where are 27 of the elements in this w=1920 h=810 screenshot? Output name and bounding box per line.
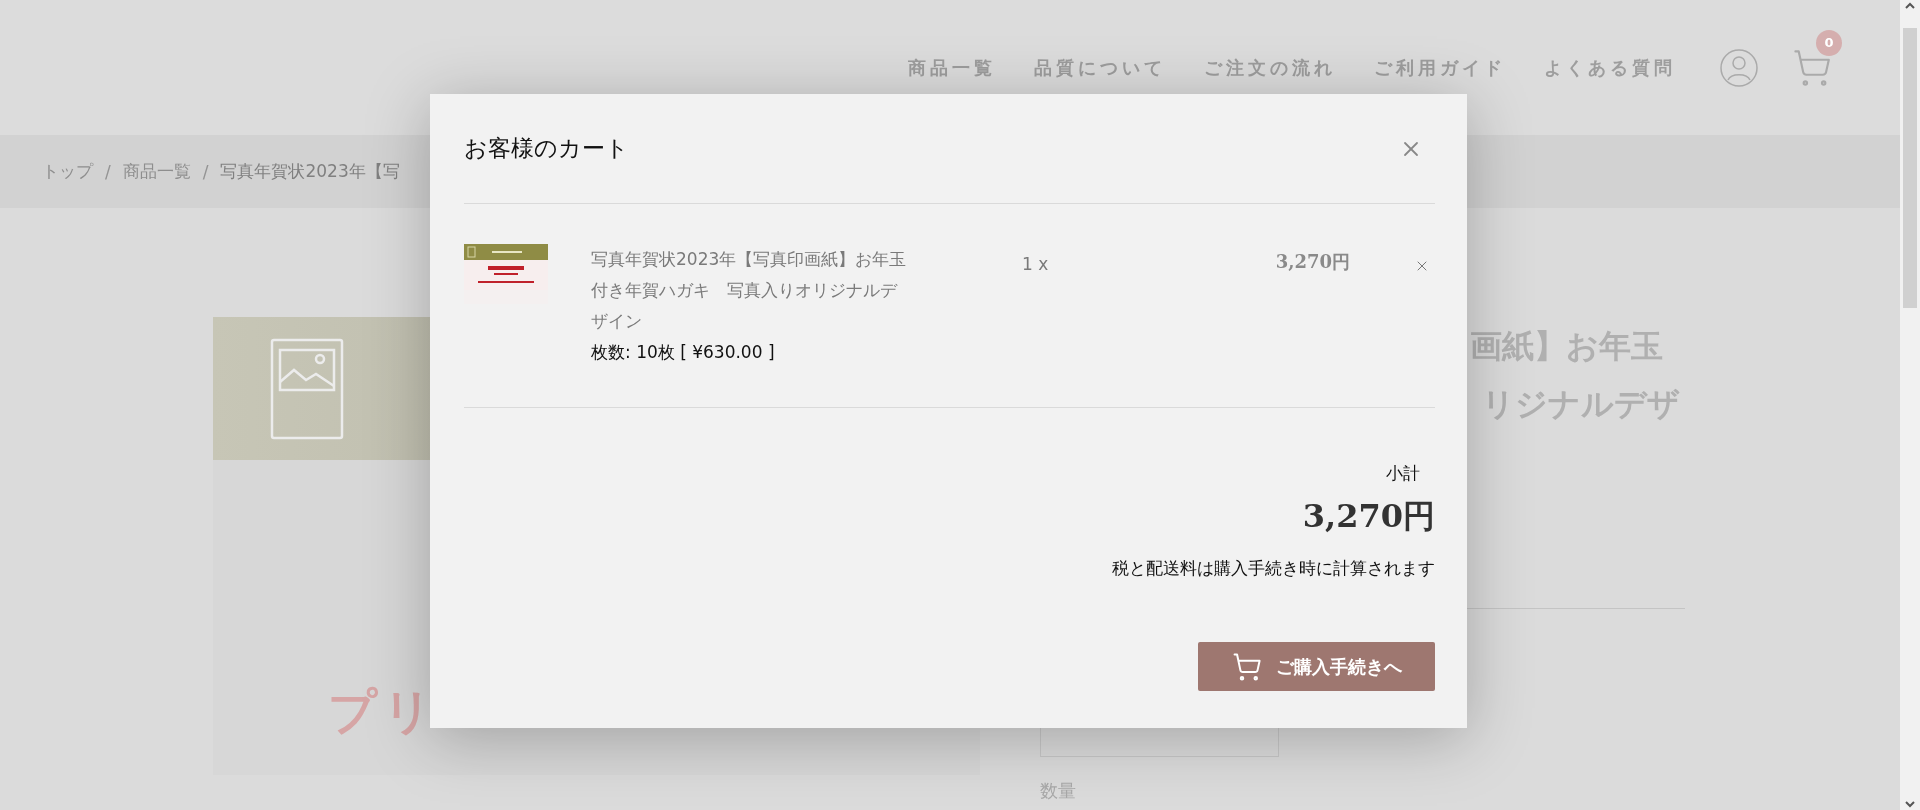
breadcrumb-separator: / xyxy=(105,161,111,182)
image-placeholder-icon xyxy=(270,337,344,440)
nav-link[interactable]: ご注文の流れ xyxy=(1204,55,1336,80)
scroll-thumb[interactable] xyxy=(1903,28,1917,308)
product-name[interactable]: 写真年賀状2023年【写真印画紙】お年玉付き年賀ハガキ 写真入りオリジナルデザイン xyxy=(591,244,911,337)
item-price: 3,270円 xyxy=(1274,250,1350,274)
item-quantity: 1 x xyxy=(1022,254,1050,274)
nav-link[interactable]: よくある質問 xyxy=(1544,55,1676,80)
nav-link[interactable]: ご利用ガイド xyxy=(1374,55,1506,80)
breadcrumb-separator: / xyxy=(202,161,209,182)
breadcrumb-link[interactable]: 商品一覧 xyxy=(122,160,191,183)
dialog-title: お客様のカート xyxy=(464,134,629,163)
nav-link[interactable]: 商品一覧 xyxy=(908,55,996,80)
subtotal-amount: 3,270円 xyxy=(1302,496,1435,537)
cart-icon xyxy=(1231,651,1262,682)
product-variant: 枚数: 10枚 [ ¥630.00 ] xyxy=(591,341,776,364)
subtotal-label: 小計 xyxy=(1386,462,1420,485)
breadcrumb-current: 写真年賀状2023年【写 xyxy=(220,160,400,183)
user-icon[interactable] xyxy=(1720,48,1758,87)
cart-icon[interactable] xyxy=(1792,47,1832,88)
scrollbar[interactable] xyxy=(1900,0,1920,810)
checkout-button[interactable]: ご購入手続きへ xyxy=(1198,642,1435,691)
scroll-down-icon[interactable] xyxy=(1904,798,1916,810)
cart-count-badge: 0 xyxy=(1816,29,1842,56)
nav-link[interactable]: 品質について xyxy=(1034,55,1166,80)
tax-shipping-note: 税と配送料は購入手続き時に計算されます xyxy=(1112,557,1435,580)
breadcrumb-link[interactable]: トップ xyxy=(42,160,93,183)
